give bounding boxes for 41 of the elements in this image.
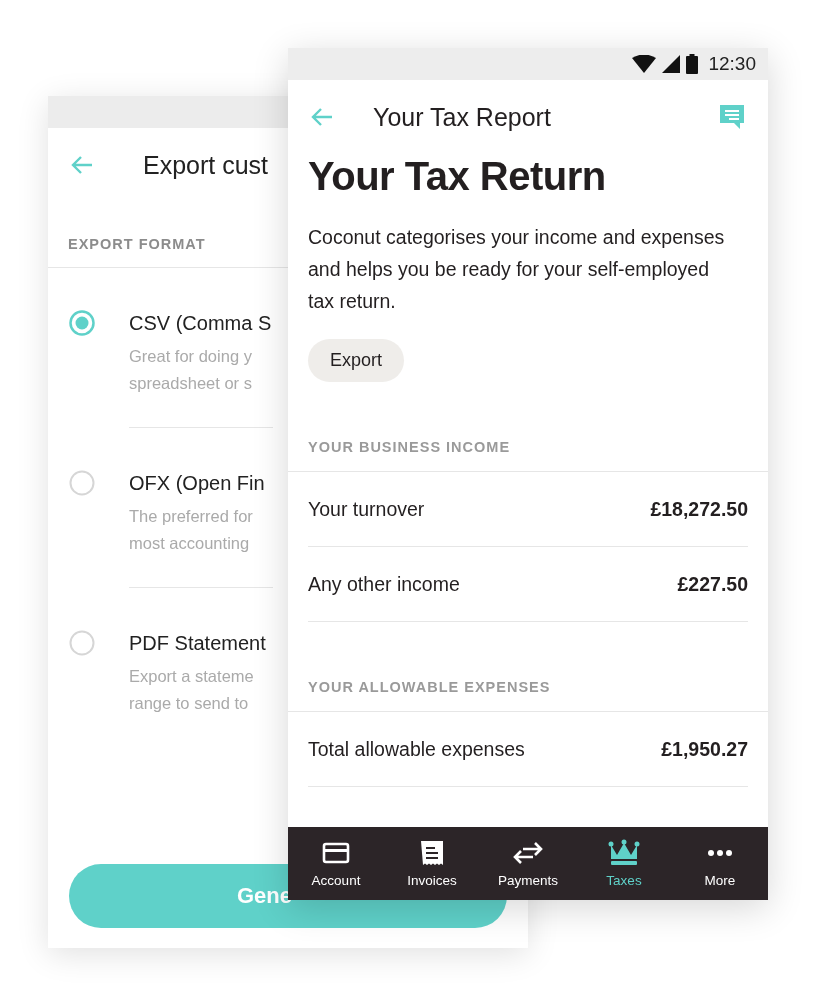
option-title: OFX (Open Fin xyxy=(129,472,266,495)
row-label: Your turnover xyxy=(308,497,425,521)
row-amount: £227.50 xyxy=(677,572,748,596)
export-button[interactable]: Export xyxy=(308,339,405,382)
more-dots-icon xyxy=(707,849,733,857)
row-label: Any other income xyxy=(308,572,460,596)
swap-arrows-icon xyxy=(513,841,543,865)
option-description: Export a stateme xyxy=(129,666,255,687)
back-arrow-icon[interactable] xyxy=(310,107,334,127)
card-icon xyxy=(322,841,350,865)
clock-time: 12:30 xyxy=(708,53,756,75)
option-description: spreadsheet or s xyxy=(129,373,253,394)
radio-button[interactable] xyxy=(69,470,95,496)
section-label: YOUR BUSINESS INCOME xyxy=(288,439,768,472)
crown-icon xyxy=(608,839,640,867)
radio-button[interactable] xyxy=(69,310,95,336)
back-arrow-icon[interactable] xyxy=(70,155,94,175)
nav-tab[interactable]: Payments xyxy=(480,827,576,900)
option-description: range to send to xyxy=(129,693,250,714)
option-title: PDF Statement xyxy=(129,632,267,655)
screen-title: Export cust xyxy=(143,150,269,180)
radio-button[interactable] xyxy=(69,630,95,656)
nav-tab[interactable]: Account xyxy=(288,827,384,900)
receipt-icon xyxy=(420,840,444,866)
nav-tab[interactable]: Taxes xyxy=(576,827,672,900)
row-label: Total allowable expenses xyxy=(308,737,525,761)
nav-tab[interactable]: More xyxy=(672,827,768,900)
chat-icon[interactable] xyxy=(718,103,746,131)
page-heading: Your Tax Return xyxy=(307,154,607,199)
screen-title: Your Tax Report xyxy=(373,102,552,132)
option-title: CSV (Comma S xyxy=(129,312,273,335)
option-description: most accounting xyxy=(129,533,251,554)
row-amount: £1,950.27 xyxy=(661,737,748,761)
option-description: The preferred for xyxy=(129,506,254,527)
nav-tab[interactable]: Invoices xyxy=(384,827,480,900)
row-amount: £18,272.50 xyxy=(650,497,748,521)
wifi-icon xyxy=(632,55,657,73)
section-label: YOUR ALLOWABLE EXPENSES xyxy=(288,679,768,712)
battery-icon xyxy=(686,54,699,74)
option-description: Great for doing y xyxy=(129,346,253,367)
signal-icon xyxy=(662,55,681,73)
